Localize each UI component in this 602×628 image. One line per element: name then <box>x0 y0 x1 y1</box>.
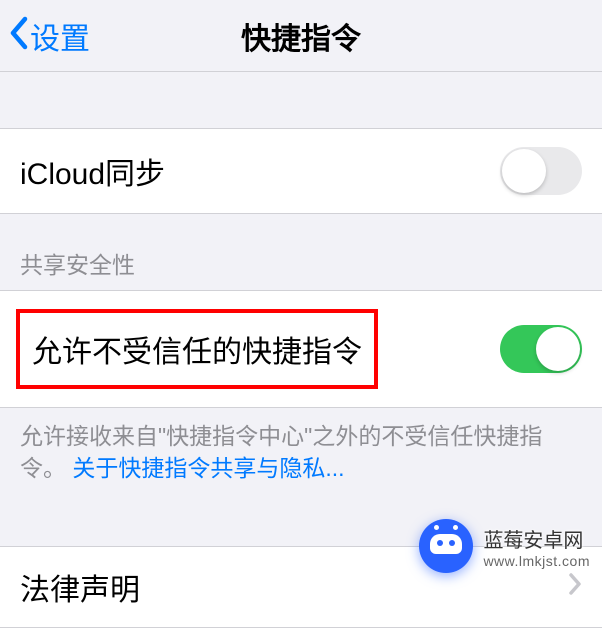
watermark-url: www.lmkjst.com <box>483 553 590 569</box>
allow-untrusted-label: 允许不受信任的快捷指令 <box>32 336 362 369</box>
highlight-annotation: 允许不受信任的快捷指令 <box>16 309 378 389</box>
chevron-left-icon <box>8 16 28 56</box>
watermark-robot-icon <box>419 519 473 573</box>
allow-untrusted-toggle[interactable] <box>500 325 582 373</box>
page-title: 快捷指令 <box>241 14 361 58</box>
security-section-header: 共享安全性 <box>0 214 602 290</box>
security-section: 允许不受信任的快捷指令 <box>0 290 602 408</box>
icloud-section: iCloud同步 <box>0 128 602 214</box>
switch-knob <box>536 327 580 371</box>
privacy-link[interactable]: 关于快捷指令共享与隐私... <box>72 455 344 481</box>
switch-knob <box>502 149 546 193</box>
icloud-sync-row[interactable]: iCloud同步 <box>0 129 602 213</box>
nav-header: 设置 快捷指令 <box>0 0 602 72</box>
icloud-sync-label: iCloud同步 <box>20 149 165 193</box>
legal-label: 法律声明 <box>20 565 140 609</box>
spacer <box>0 72 602 128</box>
watermark-title: 蓝莓安卓网 <box>483 524 590 553</box>
icloud-sync-toggle[interactable] <box>500 147 582 195</box>
chevron-right-icon <box>568 570 582 604</box>
watermark-text: 蓝莓安卓网 www.lmkjst.com <box>483 524 590 569</box>
back-button[interactable]: 设置 <box>0 14 90 58</box>
security-footer: 允许接收来自"快捷指令中心"之外的不受信任快捷指令。 关于快捷指令共享与隐私..… <box>0 408 602 498</box>
allow-untrusted-row[interactable]: 允许不受信任的快捷指令 <box>0 291 602 407</box>
back-label: 设置 <box>30 14 90 58</box>
watermark: 蓝莓安卓网 www.lmkjst.com <box>419 519 590 573</box>
